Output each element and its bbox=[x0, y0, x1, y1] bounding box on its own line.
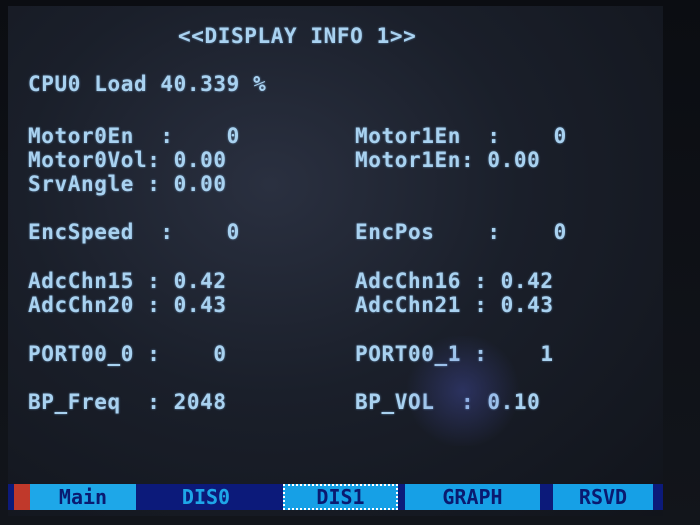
motor1en-voltage-readout: Motor1En: 0.00 bbox=[355, 148, 541, 172]
motor1en-readout: Motor1En : 0 bbox=[355, 124, 567, 148]
bp-vol-readout: BP_VOL : 0.10 bbox=[355, 390, 541, 414]
encpos-readout: EncPos : 0 bbox=[355, 220, 567, 244]
cpu-load-readout: CPU0 Load 40.339 % bbox=[28, 72, 267, 96]
adcchn16-readout: AdcChn16 : 0.42 bbox=[355, 269, 554, 293]
tab-bar-red-marker bbox=[14, 484, 30, 510]
bp-freq-readout: BP_Freq : 2048 bbox=[28, 390, 227, 414]
tab-graph[interactable]: GRAPH bbox=[405, 484, 540, 510]
tab-dis0[interactable]: DIS0 bbox=[136, 484, 276, 510]
motor0en-readout: Motor0En : 0 bbox=[28, 124, 240, 148]
tab-main[interactable]: Main bbox=[30, 484, 136, 510]
port00-0-readout: PORT00_0 : 0 bbox=[28, 342, 227, 366]
adcchn20-readout: AdcChn20 : 0.43 bbox=[28, 293, 227, 317]
encspeed-readout: EncSpeed : 0 bbox=[28, 220, 240, 244]
tab-dis1[interactable]: DIS1 bbox=[283, 484, 398, 510]
port00-1-readout: PORT00_1 : 1 bbox=[355, 342, 554, 366]
motor0vol-readout: Motor0Vol: 0.00 bbox=[28, 148, 227, 172]
tab-rsvd[interactable]: RSVD bbox=[553, 484, 653, 510]
srvangle-readout: SrvAngle : 0.00 bbox=[28, 172, 227, 196]
adcchn15-readout: AdcChn15 : 0.42 bbox=[28, 269, 227, 293]
lcd-screen: <<DISPLAY INFO 1>> CPU0 Load 40.339 % Mo… bbox=[8, 6, 663, 516]
adcchn21-readout: AdcChn21 : 0.43 bbox=[355, 293, 554, 317]
screen-title: <<DISPLAY INFO 1>> bbox=[178, 24, 417, 48]
